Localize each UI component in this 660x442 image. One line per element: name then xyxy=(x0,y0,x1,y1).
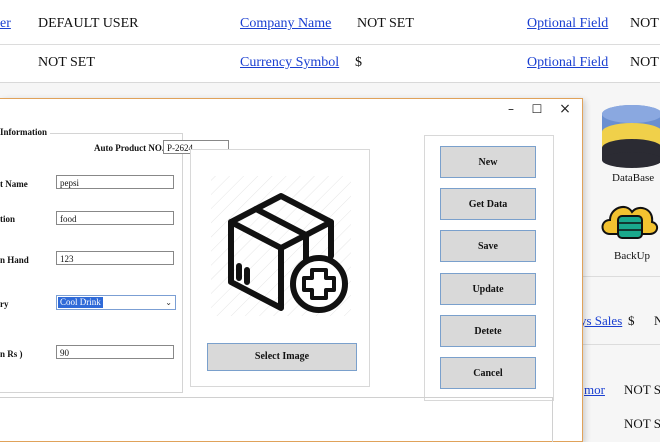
divider xyxy=(580,276,660,277)
new-button[interactable]: New xyxy=(440,146,536,178)
mor-link[interactable]: mor xyxy=(584,382,605,398)
package-add-icon xyxy=(211,176,351,316)
field-value-2: NOT SET xyxy=(38,55,95,70)
backup-label: BackUp xyxy=(614,250,651,262)
database-label: DataBase xyxy=(612,172,655,184)
cloud-backup-icon[interactable] xyxy=(598,194,660,246)
select-image-button[interactable]: Select Image xyxy=(207,343,357,371)
currency-symbol-value: $ xyxy=(355,55,362,70)
product-dialog: – ☐ × Information Auto Product NO. P-262… xyxy=(0,98,583,442)
product-name-label: t Name xyxy=(0,179,28,189)
get-data-button[interactable]: Get Data xyxy=(440,188,536,220)
info-row-1: er DEFAULT USER Company Name NOT SET Opt… xyxy=(0,4,660,45)
price-label: n Rs ) xyxy=(0,349,23,359)
cancel-button[interactable]: Cancel xyxy=(440,357,536,389)
chevron-down-icon: ⌄ xyxy=(165,298,172,307)
group-title: Information xyxy=(0,127,50,137)
product-list-area xyxy=(0,397,553,442)
main-info-panel: er DEFAULT USER Company Name NOT SET Opt… xyxy=(0,0,660,83)
action-button-panel: New Get Data Save Update Detete Cancel xyxy=(424,135,554,401)
optional-field-link-2[interactable]: Optional Field xyxy=(527,55,608,71)
company-name-value: NOT SET xyxy=(357,16,414,31)
save-button[interactable]: Save xyxy=(440,230,536,262)
auto-product-label: Auto Product NO. xyxy=(94,143,165,153)
description-label: tion xyxy=(0,214,16,224)
sales-currency: $ xyxy=(628,313,635,328)
mor-value: NOT S xyxy=(624,382,660,397)
company-name-link[interactable]: Company Name xyxy=(240,16,331,32)
close-button[interactable]: × xyxy=(550,99,580,121)
on-hand-field[interactable]: 123 xyxy=(56,251,174,265)
info-row-2: NOT SET Currency Symbol $ Optional Field… xyxy=(0,44,660,84)
product-name-field[interactable]: pepsi xyxy=(56,175,174,189)
product-image-panel: Select Image xyxy=(190,149,370,387)
sales-link[interactable]: ys Sales xyxy=(580,313,622,329)
update-button[interactable]: Update xyxy=(440,273,536,305)
dialog-titlebar[interactable]: – ☐ × xyxy=(0,99,582,121)
database-icon[interactable] xyxy=(600,104,660,168)
maximize-button[interactable]: ☐ xyxy=(522,99,552,121)
optional-field-value-1: NOT xyxy=(630,16,659,31)
optional-field-value-2: NOT xyxy=(630,55,659,70)
currency-symbol-link[interactable]: Currency Symbol xyxy=(240,55,339,71)
description-field[interactable]: food xyxy=(56,211,174,225)
user-name-value: DEFAULT USER xyxy=(38,16,139,31)
category-label: ry xyxy=(0,299,9,309)
divider xyxy=(580,344,660,345)
on-hand-label: n Hand xyxy=(0,255,29,265)
bottom-value: NOT S xyxy=(624,416,660,431)
user-name-link[interactable]: er xyxy=(0,16,11,32)
category-selected-value: Cool Drink xyxy=(58,297,103,308)
optional-field-link-1[interactable]: Optional Field xyxy=(527,16,608,32)
sales-value: N xyxy=(654,313,660,328)
delete-button[interactable]: Detete xyxy=(440,315,536,347)
category-select[interactable]: Cool Drink ⌄ xyxy=(56,295,176,310)
price-field[interactable]: 90 xyxy=(56,345,174,359)
